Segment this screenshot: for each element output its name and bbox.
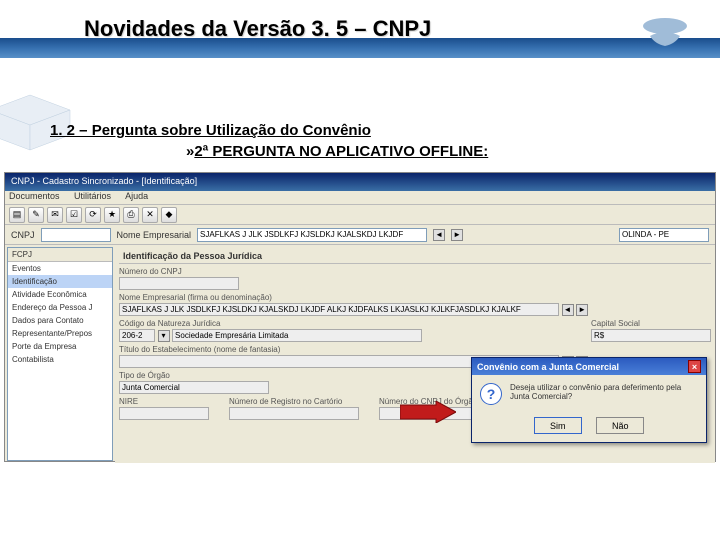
section-subheader: 2ª PERGUNTA NO APLICATIVO OFFLINE: xyxy=(186,143,488,160)
window-titlebar: CNPJ - Cadastro Sincronizado - [Identifi… xyxy=(5,173,715,191)
cnpj-topbar: CNPJ Nome Empresarial ◄ ► xyxy=(5,225,715,245)
nire-label: NIRE xyxy=(119,397,209,406)
sidebar-item-contabilista[interactable]: Contabilista xyxy=(8,353,112,366)
decorative-cube xyxy=(0,70,90,160)
num-reg-label: Número de Registro no Cartório xyxy=(229,397,359,406)
nome-emp-label: Nome Empresarial (firma ou denominação) xyxy=(119,293,711,302)
nire-input[interactable] xyxy=(119,407,209,420)
sidebar-item-identificacao[interactable]: Identificação xyxy=(8,275,112,288)
nome-input[interactable] xyxy=(197,228,427,242)
tipo-orgao-input[interactable] xyxy=(119,381,269,394)
brand-logo xyxy=(630,6,700,56)
titulo-label: Título do Estabelecimento (nome de fanta… xyxy=(119,345,711,354)
yes-button[interactable]: Sim xyxy=(534,417,582,434)
cod-nat-input[interactable] xyxy=(119,329,155,342)
menu-documentos[interactable]: Documentos xyxy=(9,191,60,201)
menubar: Documentos Utilitários Ajuda xyxy=(5,191,715,205)
toolbar-btn-8[interactable]: ✕ xyxy=(142,207,158,223)
sidebar-item-atividade[interactable]: Atividade Econômica xyxy=(8,288,112,301)
toolbar-btn-7[interactable]: ⎙ xyxy=(123,207,139,223)
sidebar-item-eventos[interactable]: Eventos xyxy=(8,262,112,275)
capital-input[interactable] xyxy=(591,329,711,342)
toolbar-btn-4[interactable]: ☑ xyxy=(66,207,82,223)
nav-prev-icon[interactable]: ◄ xyxy=(433,229,445,241)
menu-utilitarios[interactable]: Utilitários xyxy=(74,191,111,201)
cnpj-input[interactable] xyxy=(41,228,111,242)
sidebar-item-representante[interactable]: Representante/Prepos xyxy=(8,327,112,340)
cod-nat-label: Código da Natureza Jurídica xyxy=(119,319,422,328)
dialog-titlebar: Convênio com a Junta Comercial × xyxy=(472,358,706,375)
nome-next-icon[interactable]: ► xyxy=(576,304,588,316)
capital-label: Capital Social xyxy=(591,319,711,328)
sidebar: FCPJ Eventos Identificação Atividade Eco… xyxy=(7,247,113,461)
cnpj-label: CNPJ xyxy=(11,230,35,240)
question-icon: ? xyxy=(480,383,502,405)
location-input[interactable] xyxy=(619,228,709,242)
toolbar-btn-6[interactable]: ★ xyxy=(104,207,120,223)
nav-next-icon[interactable]: ► xyxy=(451,229,463,241)
cod-nat-desc xyxy=(172,329,422,342)
nome-prev-icon[interactable]: ◄ xyxy=(562,304,574,316)
no-button[interactable]: Não xyxy=(596,417,644,434)
dialog-convenio: Convênio com a Junta Comercial × ? Desej… xyxy=(471,357,707,443)
sidebar-item-porte[interactable]: Porte da Empresa xyxy=(8,340,112,353)
menu-ajuda[interactable]: Ajuda xyxy=(125,191,148,201)
nome-label: Nome Empresarial xyxy=(117,230,192,240)
num-reg-input[interactable] xyxy=(229,407,359,420)
page-title: Novidades da Versão 3. 5 – CNPJ xyxy=(84,16,431,42)
nome-emp-input[interactable] xyxy=(119,303,559,316)
dialog-title-text: Convênio com a Junta Comercial xyxy=(477,362,619,372)
search-icon[interactable]: ▾ xyxy=(158,330,170,342)
toolbar-btn-9[interactable]: ◆ xyxy=(161,207,177,223)
dialog-message: Deseja utilizar o convênio para deferime… xyxy=(510,383,698,401)
toolbar-btn-2[interactable]: ✎ xyxy=(28,207,44,223)
toolbar: ▤ ✎ ✉ ☑ ⟳ ★ ⎙ ✕ ◆ xyxy=(5,205,715,225)
toolbar-btn-1[interactable]: ▤ xyxy=(9,207,25,223)
highlight-arrow-icon xyxy=(400,401,456,423)
toolbar-btn-5[interactable]: ⟳ xyxy=(85,207,101,223)
numero-cnpj-label: Número do CNPJ xyxy=(119,267,711,276)
sidebar-header: FCPJ xyxy=(8,248,112,262)
toolbar-btn-3[interactable]: ✉ xyxy=(47,207,63,223)
panel-title: Identificação da Pessoa Jurídica xyxy=(119,249,711,264)
close-icon[interactable]: × xyxy=(688,360,701,373)
sidebar-item-endereco[interactable]: Endereço da Pessoa J xyxy=(8,301,112,314)
section-header: 1. 2 – Pergunta sobre Utilização do Conv… xyxy=(50,122,371,139)
numero-cnpj-input[interactable] xyxy=(119,277,239,290)
sidebar-item-dados-contato[interactable]: Dados para Contato xyxy=(8,314,112,327)
app-screenshot: CNPJ - Cadastro Sincronizado - [Identifi… xyxy=(4,172,716,462)
